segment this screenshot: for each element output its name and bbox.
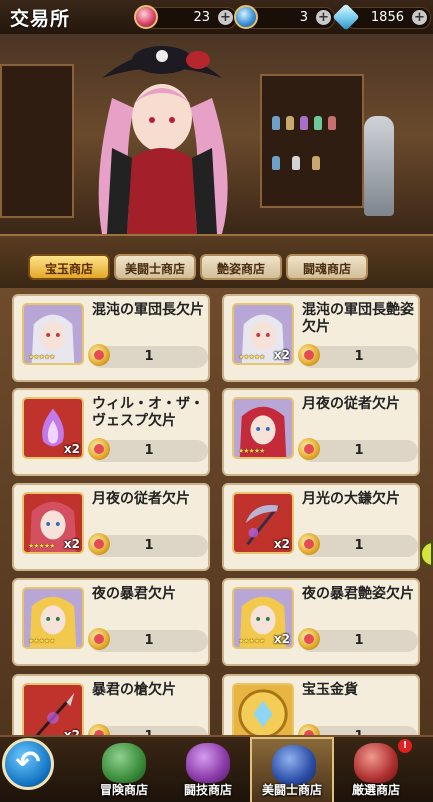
right-shelf (260, 74, 364, 208)
bottom-nav: 冒険商店 闘技商店 美闘士商店 ! 厳選商店 (0, 735, 433, 802)
shop-tabs: 宝玉商店 美闘士商店 艶姿商店 闘魂商店 (0, 234, 433, 290)
buy-price-button[interactable]: 1 (88, 344, 208, 368)
nav-label: 冒険商店 (99, 783, 148, 797)
scythe-icon: x2 (232, 492, 294, 554)
item-quantity: x2 (63, 442, 80, 456)
add-red-gem-button[interactable]: + (218, 10, 233, 25)
nav-arena-shop[interactable]: 闘技商店 (166, 737, 250, 802)
green-bag-icon (102, 743, 146, 783)
item-card[interactable]: ★★★★★ 混沌の軍団長欠片 1 (12, 294, 210, 382)
item-card[interactable]: ★★★★★ x2 夜の暴君艶姿欠片 1 (222, 578, 420, 666)
item-name: 暴君の槍欠片 (92, 682, 176, 698)
item-card[interactable]: ★★★★★ x2 混沌の軍団長艶姿欠片 1 (222, 294, 420, 382)
armor-stand (364, 116, 394, 216)
red-bag-icon (354, 743, 398, 783)
item-name: 宝玉金貨 (302, 682, 358, 698)
gold-gem-value: 3 (299, 10, 308, 25)
rarity-stars: ★★★★★ (238, 637, 265, 645)
price-value: 1 (144, 443, 154, 458)
item-card[interactable]: ★★★★★ 夜の暴君欠片 1 (12, 578, 210, 666)
shopkeeper-banner (0, 34, 433, 234)
price-value: 1 (354, 349, 364, 364)
price-value: 1 (144, 538, 154, 553)
price-value: 1 (354, 538, 364, 553)
item-quantity: x2 (273, 348, 290, 362)
item-name: ウィル・オ・ザ・ヴェスプ欠片 (92, 396, 204, 429)
buy-price-button[interactable]: 1 (88, 533, 208, 557)
rarity-stars: ★★★★★ (28, 542, 55, 550)
price-value: 1 (354, 633, 364, 648)
page-title: 交易所 (10, 8, 71, 30)
red-gem-icon (134, 5, 158, 29)
diamond-counter: 1856 + (332, 3, 431, 31)
buy-price-button[interactable]: 1 (298, 533, 418, 557)
gold-gem-counter: 3 + (234, 5, 335, 29)
item-name: 夜の暴君艶姿欠片 (302, 586, 414, 602)
item-name: 月夜の従者欠片 (302, 396, 400, 412)
buy-price-button[interactable]: 1 (88, 438, 208, 462)
item-name: 混沌の軍団長欠片 (92, 302, 204, 318)
item-quantity: x2 (273, 537, 290, 551)
rarity-stars: ★★★★★ (238, 447, 265, 455)
item-quantity: x2 (63, 537, 80, 551)
item-card[interactable]: x2 ウィル・オ・ザ・ヴェスプ欠片 1 (12, 388, 210, 476)
item-card[interactable]: ★★★★★ x2 月夜の従者欠片 1 (12, 483, 210, 571)
left-shelf (0, 64, 74, 218)
red-gem-counter: 23 + (134, 5, 237, 29)
nav-label: 闘技商店 (183, 783, 232, 797)
buy-price-button[interactable]: 1 (298, 344, 418, 368)
nav-label: 美闘士商店 (261, 783, 322, 797)
item-name: 月光の大鎌欠片 (302, 491, 400, 507)
top-bar: 交易所 23 + 3 + 1856 + (0, 0, 433, 34)
buy-price-button[interactable]: 1 (298, 628, 418, 652)
purple-flame-icon: x2 (22, 397, 84, 459)
back-button[interactable]: ↶ (2, 738, 54, 790)
add-gold-gem-button[interactable]: + (316, 10, 331, 25)
item-quantity: x2 (273, 632, 290, 646)
item-grid: ★★★★★ 混沌の軍団長欠片 1 ★★★★★ x2 混沌の軍団長艶姿欠片 1 x… (0, 288, 433, 800)
tab-costume-shop[interactable]: 艶姿商店 (200, 254, 282, 280)
blonde-girl-portrait-icon: ★★★★★ x2 (232, 587, 294, 649)
blonde-girl-portrait-icon: ★★★★★ (22, 587, 84, 649)
buy-price-button[interactable]: 1 (298, 438, 418, 462)
notification-badge: ! (398, 739, 412, 753)
red-gem-value: 23 (193, 10, 210, 25)
item-card[interactable]: x2 月光の大鎌欠片 1 (222, 483, 420, 571)
shopkeeper-character (98, 46, 228, 234)
rarity-stars: ★★★★★ (238, 353, 265, 361)
red-hair-girl-portrait-icon: ★★★★★ (232, 397, 294, 459)
silver-hair-girl-portrait-icon: ★★★★★ (22, 303, 84, 365)
diamond-icon (332, 3, 360, 31)
item-card[interactable]: ★★★★★ 月夜の従者欠片 1 (222, 388, 420, 476)
red-hair-girl-portrait-icon: ★★★★★ x2 (22, 492, 84, 554)
rarity-stars: ★★★★★ (28, 353, 55, 361)
item-name: 月夜の従者欠片 (92, 491, 190, 507)
nav-label: 厳選商店 (351, 783, 400, 797)
silver-hair-girl-portrait-icon: ★★★★★ x2 (232, 303, 294, 365)
blue-bag-icon (272, 745, 316, 785)
rarity-stars: ★★★★★ (28, 637, 55, 645)
nav-gladiator-shop[interactable]: 美闘士商店 (250, 737, 334, 802)
price-value: 1 (144, 349, 154, 364)
diamond-value: 1856 (370, 10, 404, 25)
tab-gladiator-shop[interactable]: 美闘士商店 (114, 254, 196, 280)
price-value: 1 (354, 443, 364, 458)
nav-adventure-shop[interactable]: 冒険商店 (82, 737, 166, 802)
purple-bag-icon (186, 743, 230, 783)
buy-price-button[interactable]: 1 (88, 628, 208, 652)
item-name: 混沌の軍団長艶姿欠片 (302, 302, 414, 335)
tab-spirit-shop[interactable]: 闘魂商店 (286, 254, 368, 280)
add-diamond-button[interactable]: + (412, 10, 427, 25)
price-value: 1 (144, 633, 154, 648)
tab-gem-shop[interactable]: 宝玉商店 (28, 254, 110, 280)
item-name: 夜の暴君欠片 (92, 586, 176, 602)
nav-select-shop[interactable]: ! 厳選商店 (334, 737, 418, 802)
gold-gem-icon (234, 5, 258, 29)
